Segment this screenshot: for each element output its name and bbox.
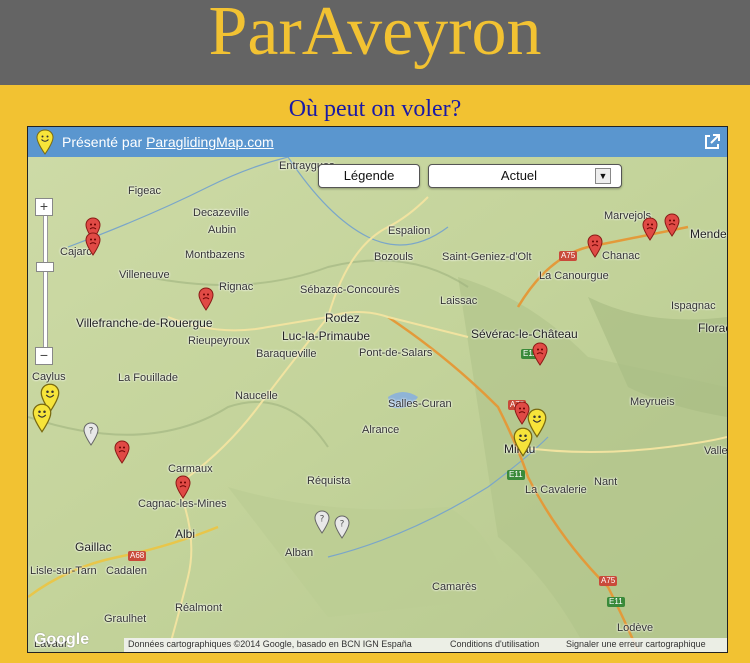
road-shield: E11 <box>607 597 625 607</box>
place-label: Réalmont <box>175 602 223 614</box>
place-label: Rignac <box>219 281 254 293</box>
place-label: La Canourgue <box>539 270 609 282</box>
paraglidingmap-link[interactable]: ParaglidingMap.com <box>146 134 274 150</box>
legend-button[interactable]: Légende <box>318 164 420 188</box>
place-label: Salles-Curan <box>388 398 452 410</box>
external-link-icon[interactable] <box>703 133 721 154</box>
frown-marker-icon[interactable] <box>85 232 101 260</box>
map-data-credit: Données cartographiques ©2014 Google, ba… <box>128 639 412 649</box>
place-label: Caylus <box>32 371 66 383</box>
svg-text:?: ? <box>89 427 94 437</box>
road-shield: A75 <box>559 251 578 261</box>
place-label: Graulhet <box>104 613 147 625</box>
place-label: Lisle-sur-Tarn <box>30 565 97 577</box>
credit-prefix: Présenté par <box>62 134 147 150</box>
place-label: Camarès <box>432 581 477 593</box>
zoom-out-button[interactable]: − <box>35 347 53 365</box>
place-label: Villefranche-de-Rouergue <box>76 316 213 330</box>
place-label: Sébazac-Concourès <box>300 284 400 296</box>
map-terrain <box>28 156 727 652</box>
frown-marker-icon[interactable] <box>587 234 603 262</box>
svg-text:?: ? <box>340 520 345 530</box>
site-header: ParAveyron <box>0 0 750 85</box>
road-shield: A75 <box>599 576 618 586</box>
page-subtitle: Où peut on voler? <box>288 96 462 122</box>
place-label: Decazeville <box>193 207 250 219</box>
place-label: Réquista <box>307 475 351 487</box>
frown-marker-icon[interactable] <box>532 342 548 370</box>
question-marker-icon[interactable]: ? <box>83 422 99 450</box>
mode-select-value: Actuel <box>500 168 538 183</box>
frown-marker-icon[interactable] <box>642 217 658 245</box>
place-label: Gaillac <box>75 540 112 554</box>
place-label: Bozouls <box>374 251 414 263</box>
place-label: Saint-Geniez-d'Olt <box>442 251 532 263</box>
place-label: Ispagnac <box>671 300 716 312</box>
frown-marker-icon[interactable] <box>175 475 191 503</box>
road-shield: A68 <box>128 551 147 561</box>
smiley-pin-icon <box>36 129 54 158</box>
place-label: Baraqueville <box>256 348 317 360</box>
place-label: Rodez <box>325 311 360 325</box>
place-label: Rieupeyroux <box>188 335 250 347</box>
frown-marker-icon[interactable] <box>198 287 214 315</box>
place-label: Chanac <box>602 250 640 262</box>
mode-select[interactable]: Actuel ▼ <box>428 164 622 188</box>
place-label: Villeneuve <box>119 269 170 281</box>
map-footer: Données cartographiques ©2014 Google, ba… <box>124 638 727 652</box>
place-label: Sévérac-le-Château <box>471 327 578 341</box>
place-label: La Cavalerie <box>525 484 587 496</box>
place-label: Luc-la-Primaube <box>282 329 371 343</box>
question-marker-icon[interactable]: ? <box>334 515 350 543</box>
map-canvas[interactable]: Figeac Decazeville Aubin Cajarc Villeneu… <box>28 156 728 652</box>
zoom-slider-handle[interactable] <box>36 262 54 272</box>
svg-text:?: ? <box>320 515 325 525</box>
google-logo: Google <box>34 631 90 648</box>
place-label: Figeac <box>128 185 162 197</box>
smile-marker-icon[interactable] <box>513 427 533 461</box>
place-label: Florac <box>698 321 727 335</box>
question-marker-icon[interactable]: ? <box>314 510 330 538</box>
place-label: Albi <box>175 527 196 541</box>
map-credit: Présenté par ParaglidingMap.com <box>62 134 274 150</box>
place-label: Pont-de-Salars <box>359 347 433 359</box>
place-label: Carmaux <box>168 463 213 475</box>
chevron-down-icon: ▼ <box>595 168 611 184</box>
place-label: Meyrueis <box>630 396 675 408</box>
place-label: Nant <box>594 476 618 488</box>
smile-marker-icon[interactable] <box>32 403 52 437</box>
site-title: ParAveyron <box>208 0 542 70</box>
place-label: Montbazens <box>185 249 245 261</box>
frown-marker-icon[interactable] <box>664 213 680 241</box>
map-toolbar: Présenté par ParaglidingMap.com <box>28 127 727 157</box>
place-label: Cadalen <box>106 565 147 577</box>
terms-link[interactable]: Conditions d'utilisation <box>450 639 539 649</box>
place-label: Lodève <box>617 622 654 634</box>
place-label: La Fouillade <box>118 372 178 384</box>
place-label: Alban <box>285 547 314 559</box>
map-widget[interactable]: Présenté par ParaglidingMap.com Figeac D… <box>27 126 728 653</box>
zoom-in-button[interactable]: + <box>35 198 53 216</box>
place-label: Alrance <box>362 424 400 436</box>
place-label: Aubin <box>208 224 237 236</box>
place-label: Laissac <box>440 295 478 307</box>
frown-marker-icon[interactable] <box>114 440 130 468</box>
place-label: Naucelle <box>235 390 278 402</box>
report-error-link[interactable]: Signaler une erreur cartographique <box>566 639 706 649</box>
place-label: Valle <box>704 445 728 457</box>
zoom-track[interactable] <box>43 216 48 354</box>
place-label: Mende <box>690 227 727 241</box>
place-label: Espalion <box>388 225 431 237</box>
road-shield: E11 <box>507 470 525 480</box>
